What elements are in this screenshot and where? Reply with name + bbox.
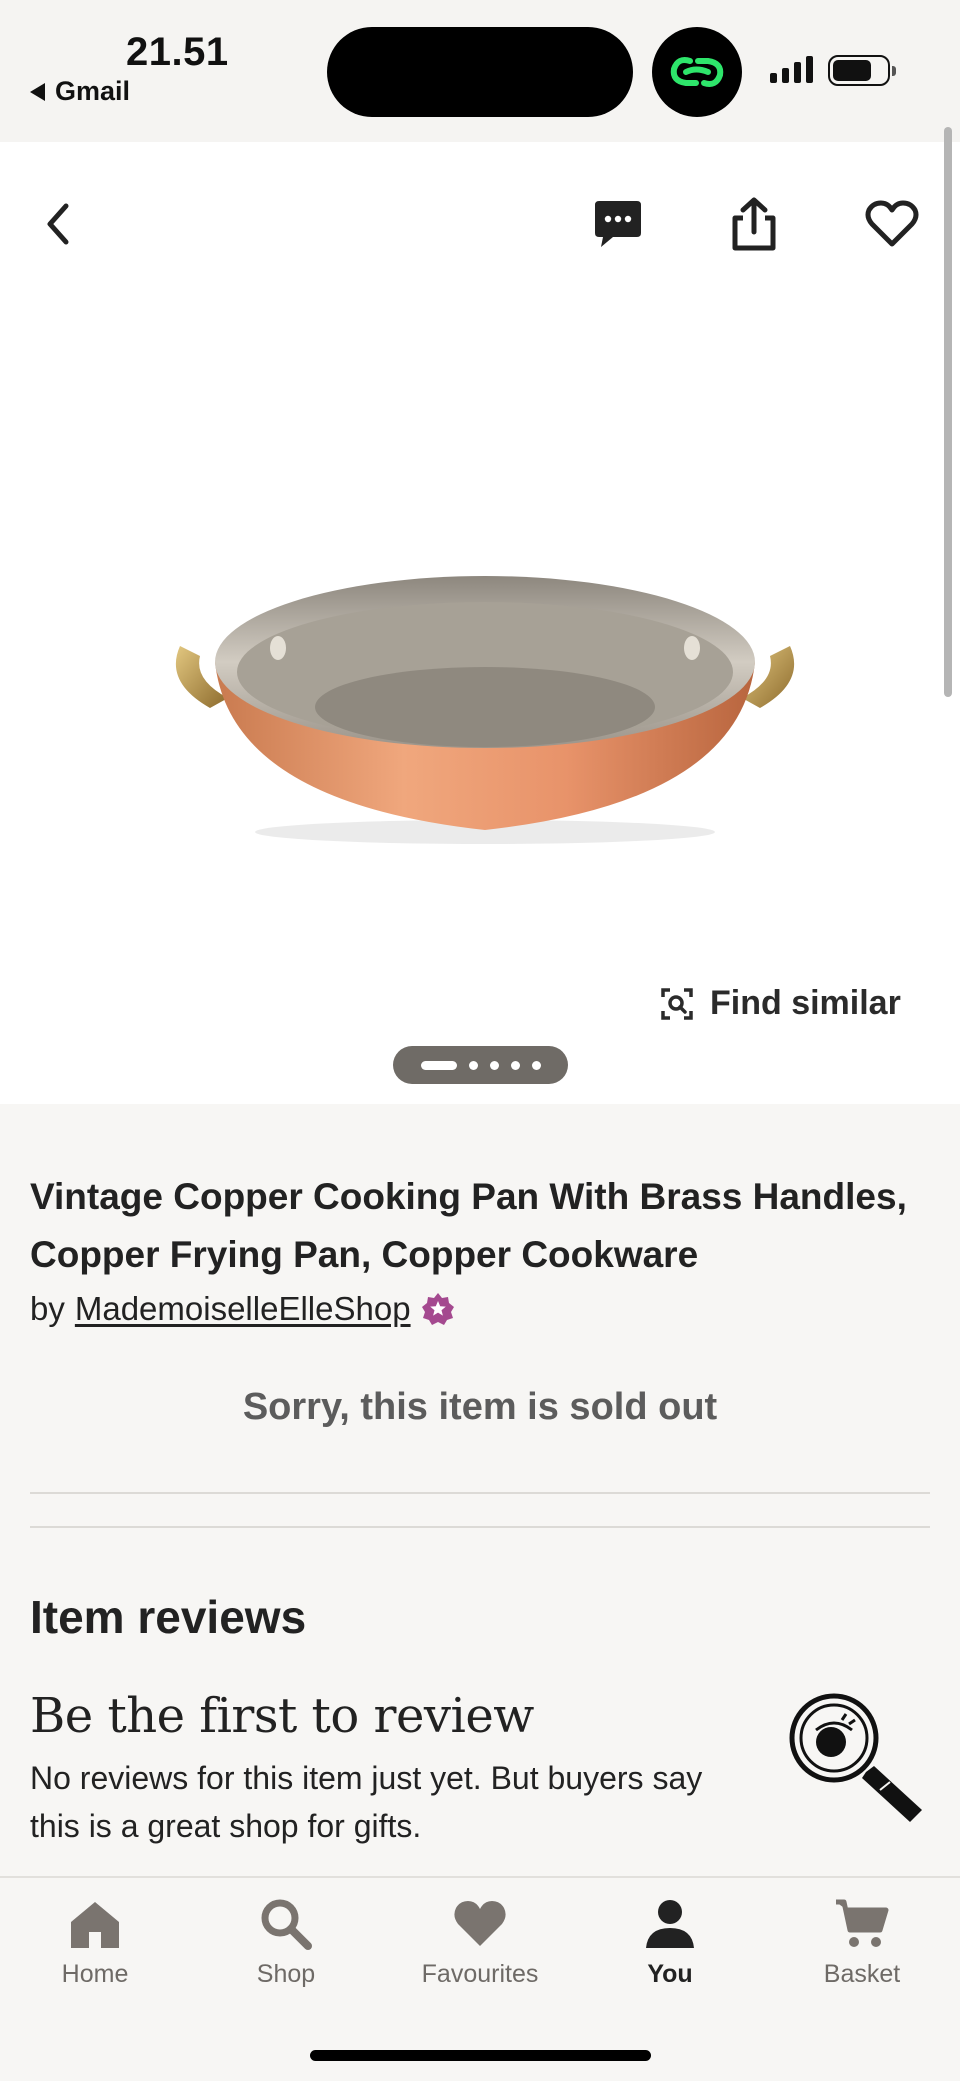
sold-out-message: Sorry, this item is sold out [242,1386,718,1428]
copper-pan-image [175,576,795,844]
divider [30,1526,930,1528]
tab-basket-label: Basket [823,1960,901,1988]
visual-search-icon [661,987,693,1020]
tab-you[interactable]: You [590,1898,750,1989]
product-image-area[interactable]: Find similar [0,142,960,1104]
review-subtitle: No reviews for this item just yet. But b… [30,1760,703,1844]
bottom-tab-bar: Home Shop Favourites You Basket [0,1876,960,2081]
tab-shop-label: Shop [256,1960,316,1988]
dynamic-island [327,27,633,117]
item-reviews-heading: Item reviews [30,1591,307,1643]
product-title: Vintage Copper Cooking Pan With Brass Ha… [30,1176,907,1275]
tab-you-label: You [647,1960,693,1988]
by-prefix: by [30,1290,65,1327]
tab-home-label: Home [61,1960,129,1988]
tab-favourites-label: Favourites [421,1960,539,1988]
status-bar: 21.51 Gmail [0,0,960,142]
person-icon [646,1900,694,1948]
shop-name-link[interactable]: MademoiselleElleShop [75,1290,411,1328]
find-similar-label: Find similar [710,984,901,1022]
first-review-title: Be the first to review [30,1688,534,1744]
cellular-signal-icon [770,56,813,83]
chat-bubble-icon [595,201,641,247]
search-icon [261,1899,312,1950]
battery-icon [828,55,896,86]
pager-dot-2[interactable] [468,1060,478,1070]
magnifier-eye-icon [789,1693,922,1822]
back-to-app-link[interactable]: Gmail [30,76,130,107]
tab-home[interactable]: Home [15,1898,175,1989]
chevron-left-icon [47,203,69,245]
pager-dot-5[interactable] [531,1060,541,1070]
pager-dot-3[interactable] [489,1060,499,1070]
pager-dot-1[interactable] [420,1060,457,1070]
tab-shop[interactable]: Shop [206,1898,366,1989]
home-icon [71,1902,119,1948]
shop-byline: by MademoiselleElleShop [30,1290,455,1328]
status-time: 21.51 [126,30,229,74]
back-triangle-icon [30,82,45,101]
divider [30,1492,930,1494]
find-similar-button[interactable]: Find similar [660,984,901,1023]
back-button[interactable] [26,192,90,256]
cart-icon [836,1899,889,1947]
message-button[interactable] [586,192,650,256]
tab-favourites[interactable]: Favourites [400,1898,560,1989]
pager-dot-4[interactable] [510,1060,520,1070]
link-icon [652,27,742,117]
image-pager[interactable] [393,1046,568,1084]
favourite-button[interactable] [860,192,924,256]
scrollbar[interactable] [944,127,952,697]
star-seller-badge-icon [421,1293,454,1325]
tab-basket[interactable]: Basket [782,1898,942,1989]
share-button[interactable] [722,192,786,256]
heart-icon [454,1901,506,1946]
heart-outline-icon [865,200,919,247]
home-indicator[interactable] [310,2050,651,2061]
share-icon [732,197,776,251]
back-app-label: Gmail [55,76,131,106]
